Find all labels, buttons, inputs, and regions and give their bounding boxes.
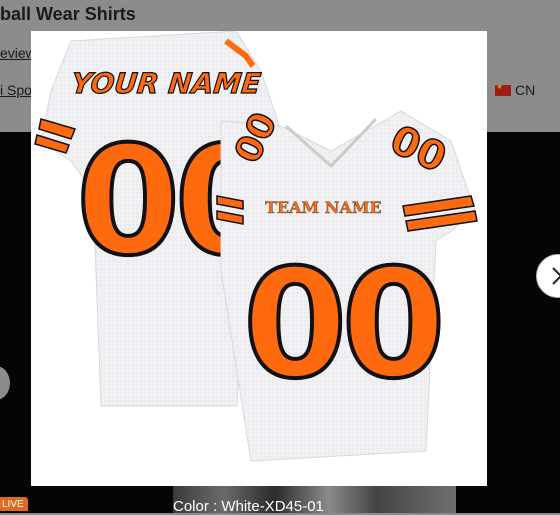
color-label: Color : White-XD45-01 [173,498,324,515]
china-flag-icon [495,82,511,96]
country-code: CN [515,82,536,98]
shop-link[interactable]: i Spo [0,82,32,98]
jersey-image: YOUR NAME 00 00 00 TEAM NAME 00 [34,31,478,462]
country-selector[interactable]: CN [495,82,535,98]
front-number-text: 00 [243,238,440,412]
chevron-right-icon [552,267,560,285]
product-title: ball Wear Shirts [0,4,136,24]
jersey-front: 00 00 TEAM NAME 00 [216,106,478,462]
image-preview-modal[interactable]: YOUR NAME 00 00 00 TEAM NAME 00 [31,31,487,486]
back-name-text: YOUR NAME [70,67,263,100]
front-team-text: TEAM NAME [265,198,382,217]
live-badge: LIVE [0,497,28,511]
